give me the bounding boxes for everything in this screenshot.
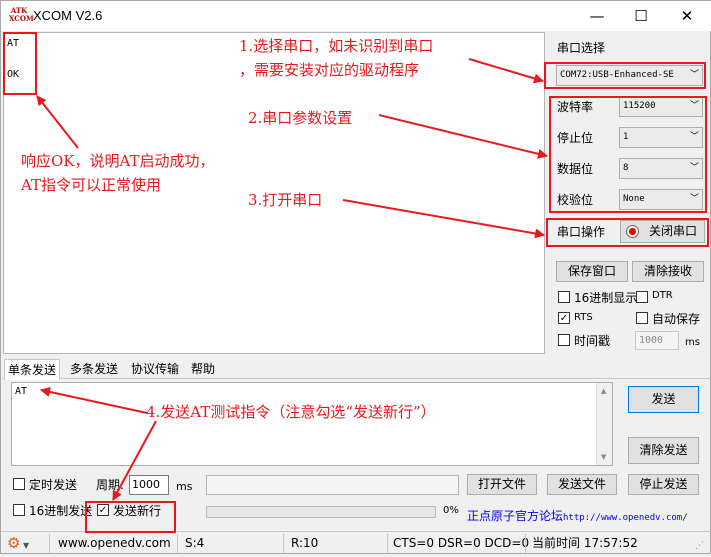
arrow-to-params	[378, 114, 548, 159]
arrow-to-open-port	[342, 199, 545, 239]
arrow-to-port-select	[468, 58, 544, 84]
arrow-to-receive	[36, 95, 79, 149]
arrow-to-newline	[112, 420, 157, 501]
xcom-window: ATK XCOM XCOM V2.6 — ☐ ✕ AT OK 串口选择 COM7…	[0, 0, 711, 554]
annotation-arrows	[36, 58, 548, 501]
arrow-to-send-input	[40, 387, 148, 414]
